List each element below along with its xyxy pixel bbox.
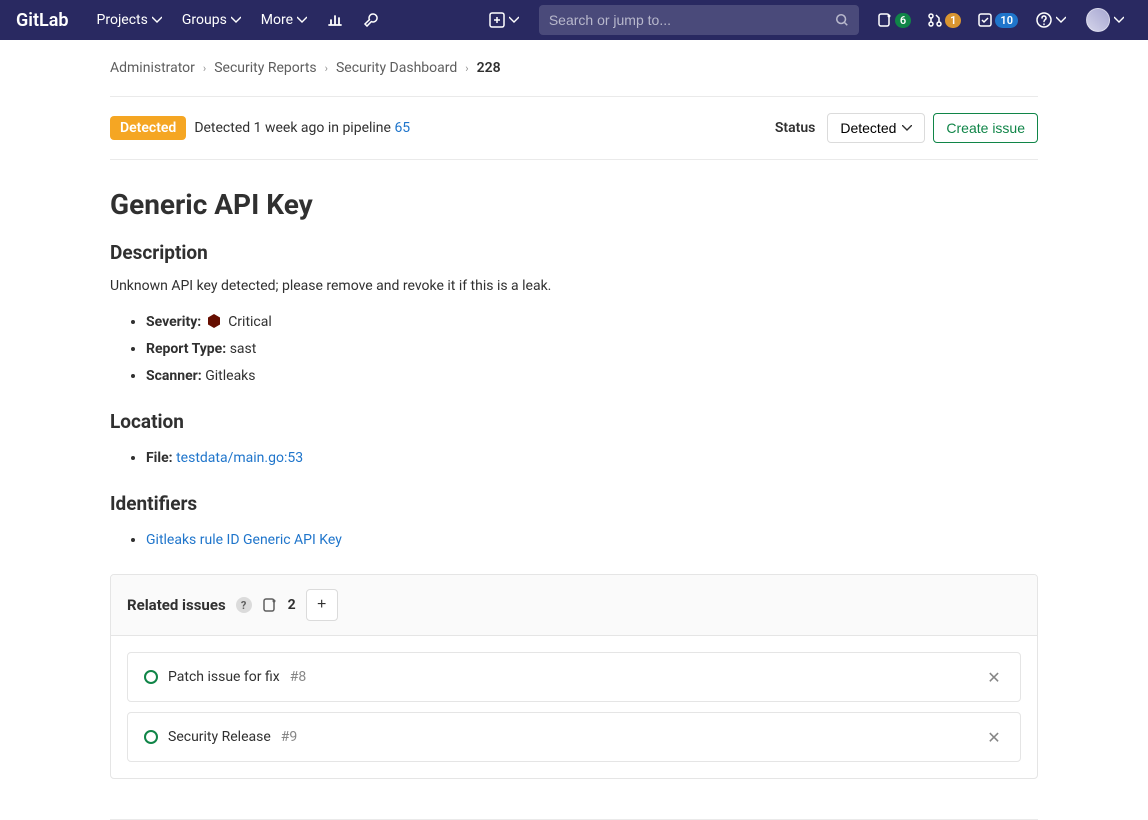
status-label: Status [775, 120, 815, 136]
issue-icon [877, 12, 893, 28]
add-related-issue-button[interactable]: + [306, 589, 338, 621]
chevron-down-icon [231, 15, 241, 25]
nav-projects-label: Projects [97, 12, 148, 28]
search-icon [835, 13, 849, 27]
open-status-icon [144, 730, 158, 744]
chevron-right-icon: › [465, 62, 468, 75]
location-heading: Location [110, 410, 1038, 433]
wrench-icon [363, 12, 379, 28]
nav-groups[interactable]: Groups [174, 8, 249, 32]
related-issue-row[interactable]: Patch issue for fix #8 ✕ [127, 652, 1021, 702]
related-issue-ref: #9 [281, 729, 298, 745]
status-dropdown[interactable]: Detected [827, 113, 925, 143]
identifier-row: Gitleaks rule ID Generic API Key [146, 527, 1038, 554]
chevron-down-icon [1056, 15, 1066, 25]
related-issue-ref: #8 [290, 669, 307, 685]
chevron-down-icon [152, 15, 162, 25]
nav-create[interactable] [481, 8, 527, 32]
nav-more[interactable]: More [253, 8, 315, 32]
nav-todos-counter[interactable]: 10 [971, 12, 1024, 28]
crumb-security-dashboard[interactable]: Security Dashboard [336, 60, 457, 76]
location-list: File: testdata/main.go:53 [110, 445, 1038, 472]
description-heading: Description [110, 241, 1038, 264]
status-text: Detected 1 week ago in pipeline 65 [194, 120, 410, 136]
description-list: Severity: Critical Report Type: sast Sca… [110, 309, 1038, 390]
chevron-down-icon [902, 125, 912, 131]
related-issues-card: Related issues ? 2 + Patch issue for fix… [110, 574, 1038, 779]
related-issues-header: Related issues ? 2 + [111, 575, 1037, 636]
chevron-down-icon [1114, 15, 1124, 25]
file-link[interactable]: testdata/main.go:53 [176, 450, 303, 466]
identifier-link[interactable]: Gitleaks rule ID Generic API Key [146, 532, 342, 548]
todo-icon [977, 12, 993, 28]
report-type-row: Report Type: sast [146, 336, 1038, 363]
description-text: Unknown API key detected; please remove … [110, 276, 1038, 297]
help-icon [1036, 12, 1052, 28]
nav-help[interactable] [1028, 8, 1074, 32]
pipeline-link[interactable]: 65 [394, 120, 410, 136]
identifiers-list: Gitleaks rule ID Generic API Key [110, 527, 1038, 554]
chevron-right-icon: › [203, 62, 206, 75]
mrs-count: 1 [945, 13, 961, 28]
chart-icon [327, 12, 343, 28]
issue-count-icon [262, 597, 278, 613]
merge-request-icon [927, 12, 943, 28]
plus-square-icon [489, 12, 505, 28]
avatar [1086, 8, 1110, 32]
chevron-down-icon [297, 15, 307, 25]
todos-count: 10 [995, 13, 1018, 28]
create-issue-button[interactable]: Create issue [933, 113, 1038, 143]
nav-groups-label: Groups [182, 12, 227, 28]
remove-related-issue-button[interactable]: ✕ [984, 727, 1004, 747]
chevron-right-icon: › [325, 62, 328, 75]
related-issues-count: 2 [288, 597, 296, 613]
chevron-down-icon [509, 15, 519, 25]
nav-mrs-counter[interactable]: 1 [921, 12, 967, 28]
related-issues-body: Patch issue for fix #8 ✕ Security Releas… [111, 636, 1037, 778]
breadcrumb: Administrator › Security Reports › Secur… [110, 40, 1038, 97]
crumb-current: 228 [477, 60, 501, 76]
related-issues-title: Related issues [127, 596, 226, 614]
severity-row: Severity: Critical [146, 309, 1038, 336]
status-row: Detected Detected 1 week ago in pipeline… [110, 97, 1038, 160]
file-row: File: testdata/main.go:53 [146, 445, 1038, 472]
user-menu[interactable] [1078, 4, 1132, 36]
nav-issues-counter[interactable]: 6 [871, 12, 917, 28]
help-icon[interactable]: ? [236, 597, 252, 613]
search-box[interactable] [539, 5, 859, 35]
crumb-security-reports[interactable]: Security Reports [214, 60, 316, 76]
nav-admin[interactable] [355, 8, 387, 32]
page-title: Generic API Key [110, 188, 1038, 221]
issues-count: 6 [895, 13, 911, 28]
open-status-icon [144, 670, 158, 684]
scanner-row: Scanner: Gitleaks [146, 363, 1038, 390]
related-issue-row[interactable]: Security Release #9 ✕ [127, 712, 1021, 762]
remove-related-issue-button[interactable]: ✕ [984, 667, 1004, 687]
crumb-admin[interactable]: Administrator [110, 60, 195, 76]
top-nav: GitLab Projects Groups More 6 1 10 [0, 0, 1148, 40]
identifiers-heading: Identifiers [110, 492, 1038, 515]
brand-logo[interactable]: GitLab [16, 10, 69, 31]
related-issue-title: Security Release [168, 729, 271, 745]
related-issue-title: Patch issue for fix [168, 669, 280, 685]
search-input[interactable] [549, 12, 835, 28]
status-badge: Detected [110, 116, 186, 140]
severity-critical-icon [207, 314, 221, 328]
nav-analytics[interactable] [319, 8, 351, 32]
nav-projects[interactable]: Projects [89, 8, 170, 32]
nav-more-label: More [261, 12, 293, 28]
